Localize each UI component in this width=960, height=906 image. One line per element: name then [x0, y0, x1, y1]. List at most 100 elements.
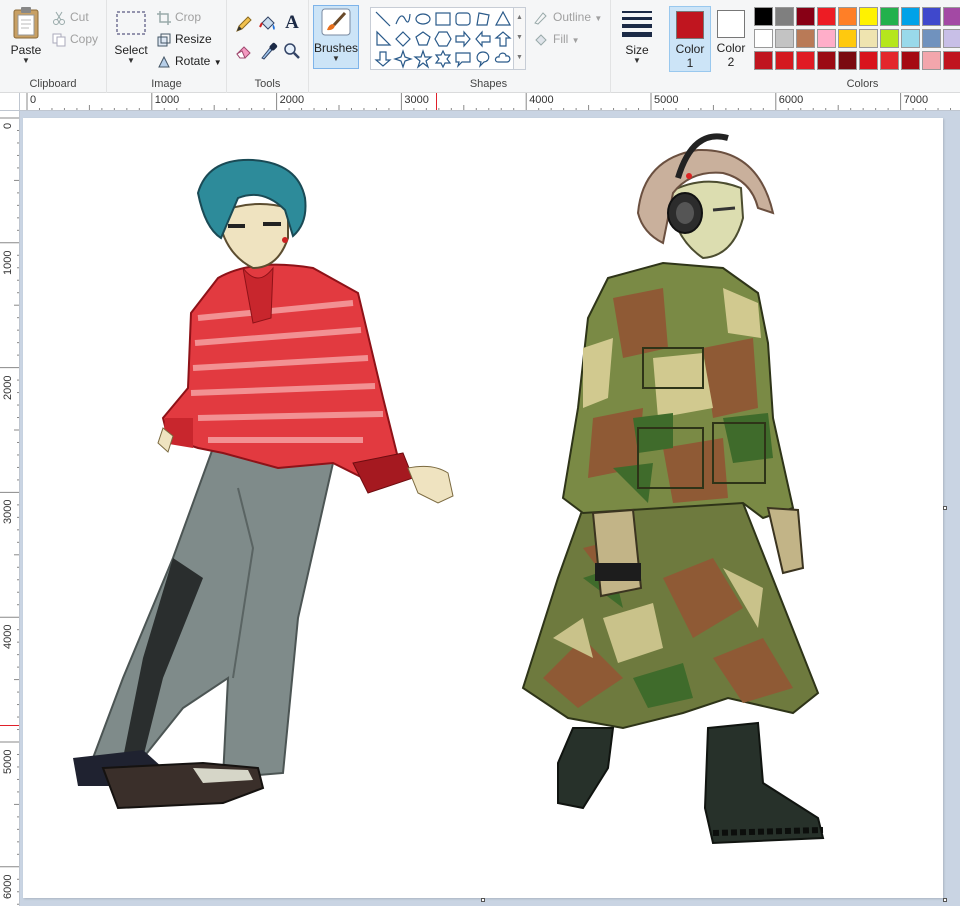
oval-callout-shape-icon[interactable]	[473, 49, 493, 69]
diamond-shape-icon[interactable]	[393, 29, 413, 49]
palette-swatch[interactable]	[922, 29, 941, 48]
tools-group-label: Tools	[254, 78, 281, 90]
drawing-canvas[interactable]	[23, 118, 943, 898]
palette-swatch[interactable]	[796, 7, 815, 26]
palette-swatch[interactable]	[754, 7, 773, 26]
rotate-dropdown-arrow[interactable]: ▼	[214, 58, 222, 67]
color-picker-icon[interactable]	[258, 41, 278, 61]
curve-shape-icon[interactable]	[393, 9, 413, 29]
palette-swatch[interactable]	[796, 29, 815, 48]
color1-button[interactable]: Color 1	[669, 6, 711, 72]
palette-swatch[interactable]	[901, 7, 920, 26]
palette-swatch[interactable]	[880, 29, 899, 48]
palette-swatch[interactable]	[943, 29, 960, 48]
ruler-h-label: 7000	[903, 94, 929, 106]
pencil-icon[interactable]	[234, 14, 254, 34]
outline-button[interactable]: Outline ▼	[533, 7, 602, 27]
brushes-dropdown-arrow[interactable]: ▼	[314, 55, 358, 63]
four-point-star-shape-icon[interactable]	[393, 49, 413, 69]
right-triangle-shape-icon[interactable]	[373, 29, 393, 49]
cloud-callout-shape-icon[interactable]	[493, 49, 513, 69]
size-group: Size ▼	[611, 0, 665, 93]
ruler-v-label: 5000	[2, 749, 14, 774]
palette-swatch[interactable]	[838, 51, 857, 70]
palette-swatch[interactable]	[796, 51, 815, 70]
canvas-resize-handle-corner[interactable]	[943, 898, 947, 902]
six-point-star-shape-icon[interactable]	[433, 49, 453, 69]
canvas-resize-handle-bottom[interactable]	[481, 898, 485, 902]
palette-swatch[interactable]	[922, 51, 941, 70]
palette-swatch[interactable]	[754, 29, 773, 48]
gallery-more-arrow[interactable]: ▼	[514, 48, 525, 68]
text-icon[interactable]: A	[282, 13, 302, 33]
crop-label: Crop	[175, 10, 202, 24]
palette-swatch[interactable]	[775, 51, 794, 70]
palette-swatch[interactable]	[859, 51, 878, 70]
select-dropdown-arrow[interactable]: ▼	[113, 57, 149, 65]
polygon-shape-icon[interactable]	[473, 9, 493, 29]
paste-button[interactable]: Paste ▼	[6, 6, 46, 65]
ruler-v-label: 1000	[2, 250, 14, 275]
down-arrow-shape-icon[interactable]	[373, 49, 393, 69]
vertical-ruler: 0 1000 2000 3000 4000 5000 6000	[0, 111, 20, 906]
rounded-callout-shape-icon[interactable]	[453, 49, 473, 69]
resize-button[interactable]: Resize	[157, 29, 212, 49]
select-button[interactable]: Select ▼	[113, 6, 149, 65]
fill-bucket-icon[interactable]	[258, 14, 278, 34]
magnifier-icon[interactable]	[282, 41, 302, 61]
crop-button[interactable]: Crop	[157, 7, 201, 27]
palette-swatch[interactable]	[838, 7, 857, 26]
palette-swatch[interactable]	[901, 51, 920, 70]
size-button[interactable]: Size ▼	[617, 6, 657, 65]
brushes-button[interactable]: Brushes ▼	[313, 5, 359, 69]
ruler-v-label: 4000	[2, 624, 14, 650]
rotate-button[interactable]: Rotate ▼	[157, 51, 222, 71]
right-arrow-shape-icon[interactable]	[453, 29, 473, 49]
five-point-star-shape-icon[interactable]	[413, 49, 433, 69]
color2-button[interactable]: Color 2	[713, 6, 749, 72]
image-group-label: Image	[151, 78, 182, 90]
rectangle-shape-icon[interactable]	[433, 9, 453, 29]
rounded-rectangle-shape-icon[interactable]	[453, 9, 473, 29]
eraser-icon[interactable]	[234, 41, 254, 61]
gallery-down-arrow[interactable]: ▼	[514, 28, 525, 48]
up-arrow-shape-icon[interactable]	[493, 29, 513, 49]
fill-dropdown-arrow[interactable]: ▼	[572, 36, 580, 45]
palette-swatch[interactable]	[880, 51, 899, 70]
canvas-resize-handle-right[interactable]	[943, 506, 947, 510]
hexagon-shape-icon[interactable]	[433, 29, 453, 49]
size-dropdown-arrow[interactable]: ▼	[617, 57, 657, 65]
triangle-shape-icon[interactable]	[493, 9, 513, 29]
palette-swatch[interactable]	[817, 51, 836, 70]
palette-swatch[interactable]	[943, 51, 960, 70]
palette-swatch[interactable]	[901, 29, 920, 48]
palette-swatch[interactable]	[838, 29, 857, 48]
copy-button[interactable]: Copy	[52, 29, 98, 49]
palette-swatch[interactable]	[943, 7, 960, 26]
fill-button[interactable]: Fill ▼	[533, 29, 580, 49]
palette-swatch[interactable]	[922, 7, 941, 26]
palette-swatch[interactable]	[754, 51, 773, 70]
oval-shape-icon[interactable]	[413, 9, 433, 29]
palette-swatch[interactable]	[775, 29, 794, 48]
gallery-up-arrow[interactable]: ▲	[514, 8, 525, 28]
pentagon-shape-icon[interactable]	[413, 29, 433, 49]
palette-swatch[interactable]	[880, 7, 899, 26]
image-group: Select ▼ Crop Resize Rotate ▼ Image	[107, 0, 227, 93]
palette-swatch[interactable]	[859, 29, 878, 48]
line-shape-icon[interactable]	[373, 9, 393, 29]
palette-swatch[interactable]	[859, 7, 878, 26]
brushes-label: Brushes	[314, 41, 359, 55]
palette-swatch[interactable]	[817, 29, 836, 48]
paste-dropdown-arrow[interactable]: ▼	[6, 57, 46, 65]
palette-swatch[interactable]	[817, 7, 836, 26]
palette-swatch[interactable]	[775, 7, 794, 26]
left-arrow-shape-icon[interactable]	[473, 29, 493, 49]
outline-dropdown-arrow[interactable]: ▼	[594, 14, 602, 23]
clipboard-group-label: Clipboard	[29, 78, 77, 90]
fill-icon	[535, 34, 547, 46]
character-camouflage	[521, 133, 825, 845]
shapes-gallery-scroll[interactable]: ▲ ▼ ▼	[514, 7, 526, 70]
cut-button[interactable]: Cut	[52, 7, 89, 27]
ruler-h-label: 0	[30, 94, 37, 106]
